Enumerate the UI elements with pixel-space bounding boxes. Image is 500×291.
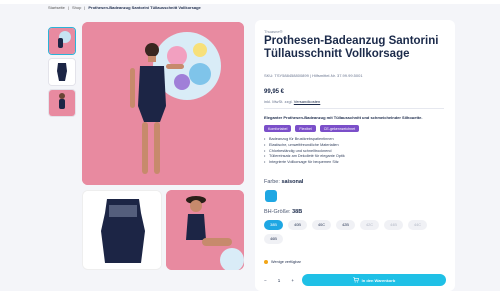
top-bar xyxy=(0,0,500,4)
tag-badge: Flexibel xyxy=(295,125,316,132)
add-to-cart-label: In den Warenkorb xyxy=(361,277,396,283)
thumbnail-list xyxy=(48,27,76,120)
breadcrumb-separator: | xyxy=(84,5,86,10)
size-label-text: BH-Größe: xyxy=(264,209,291,215)
tax-note: inkl. MwSt. zzgl. Versandkosten xyxy=(264,99,320,104)
add-to-cart-button[interactable]: In den Warenkorb xyxy=(302,274,446,286)
sku-text: SKU: TSY588458800899 | Hilfsmittel-Nr. 3… xyxy=(264,73,363,78)
size-option-46b[interactable]: 46B xyxy=(264,234,283,244)
quantity-value[interactable]: 1 xyxy=(278,278,281,283)
model-photo xyxy=(82,22,244,185)
breadcrumb-current: Prothesen-Badeanzug Santorini Tüllaussch… xyxy=(88,5,201,10)
size-option-44c[interactable]: 44C xyxy=(408,220,427,230)
color-label: Farbe: saisonal xyxy=(264,179,303,185)
product-title: Prothesen-Badeanzug Santorini Tüllaussch… xyxy=(264,35,439,60)
tax-prefix: inkl. MwSt. zzgl. xyxy=(264,99,293,104)
product-image-model-pool[interactable] xyxy=(166,190,244,270)
breadcrumb-separator: | xyxy=(67,5,69,10)
color-swatch[interactable] xyxy=(265,190,277,202)
size-option-40c[interactable]: 40C xyxy=(312,220,331,230)
cart-icon xyxy=(352,277,359,283)
swimsuit-photo xyxy=(83,191,161,269)
stock-dot-icon xyxy=(264,260,268,264)
size-option-40b[interactable]: 40B xyxy=(288,220,307,230)
brand-name: Thuasne® xyxy=(264,29,283,34)
model-pool-photo xyxy=(166,190,244,270)
thumbnail-pink-beachball[interactable] xyxy=(48,27,76,55)
stock-text: Wenige verfügbar xyxy=(271,260,301,264)
feature-list: Badeanzug für Brustkrebspatientinnen Ela… xyxy=(264,137,345,166)
price: 99,95 € xyxy=(264,89,285,95)
feature-item: Integrierte Vollkorsage für bequemen Sit… xyxy=(264,160,345,166)
main-product-image[interactable] xyxy=(82,22,244,185)
size-value: 38B xyxy=(292,209,303,215)
size-options: 38B 40B 40C 42B 42C 44B 44C 46B xyxy=(264,220,444,244)
stock-status: Wenige verfügbar xyxy=(264,260,301,264)
divider xyxy=(264,108,444,109)
breadcrumb-shop[interactable]: Shop xyxy=(72,5,81,10)
color-label-text: Farbe: xyxy=(264,179,280,185)
thumbnail-image xyxy=(49,28,75,54)
tag-badge: Komfortabel xyxy=(264,125,292,132)
color-value: saisonal xyxy=(281,179,304,185)
size-option-44b[interactable]: 44B xyxy=(384,220,403,230)
size-option-42c[interactable]: 42C xyxy=(360,220,379,230)
size-option-42b[interactable]: 42B xyxy=(336,220,355,230)
product-image-swimsuit[interactable] xyxy=(82,190,162,270)
size-option-38b[interactable]: 38B xyxy=(264,220,283,230)
quantity-stepper: − 1 + xyxy=(264,275,294,285)
tag-badge: CE-gekennzeichnet xyxy=(319,125,360,132)
thumbnail-image xyxy=(49,90,75,116)
breadcrumb: Startseite | Shop | Prothesen-Badeanzug … xyxy=(48,5,201,10)
quantity-plus-button[interactable]: + xyxy=(291,278,294,283)
quantity-minus-button[interactable]: − xyxy=(264,278,267,283)
tag-list: Komfortabel Flexibel CE-gekennzeichnet xyxy=(264,125,360,132)
thumbnail-image xyxy=(49,59,75,85)
thumbnail-swimsuit[interactable] xyxy=(48,58,76,86)
product-description: Eleganter Prothesen-Badeanzug mit Tüllau… xyxy=(264,115,423,120)
thumbnail-model[interactable] xyxy=(48,89,76,117)
breadcrumb-home[interactable]: Startseite xyxy=(48,5,65,10)
size-label: BH-Größe: 38B xyxy=(264,209,302,215)
shipping-costs-link[interactable]: Versandkosten xyxy=(294,99,320,104)
